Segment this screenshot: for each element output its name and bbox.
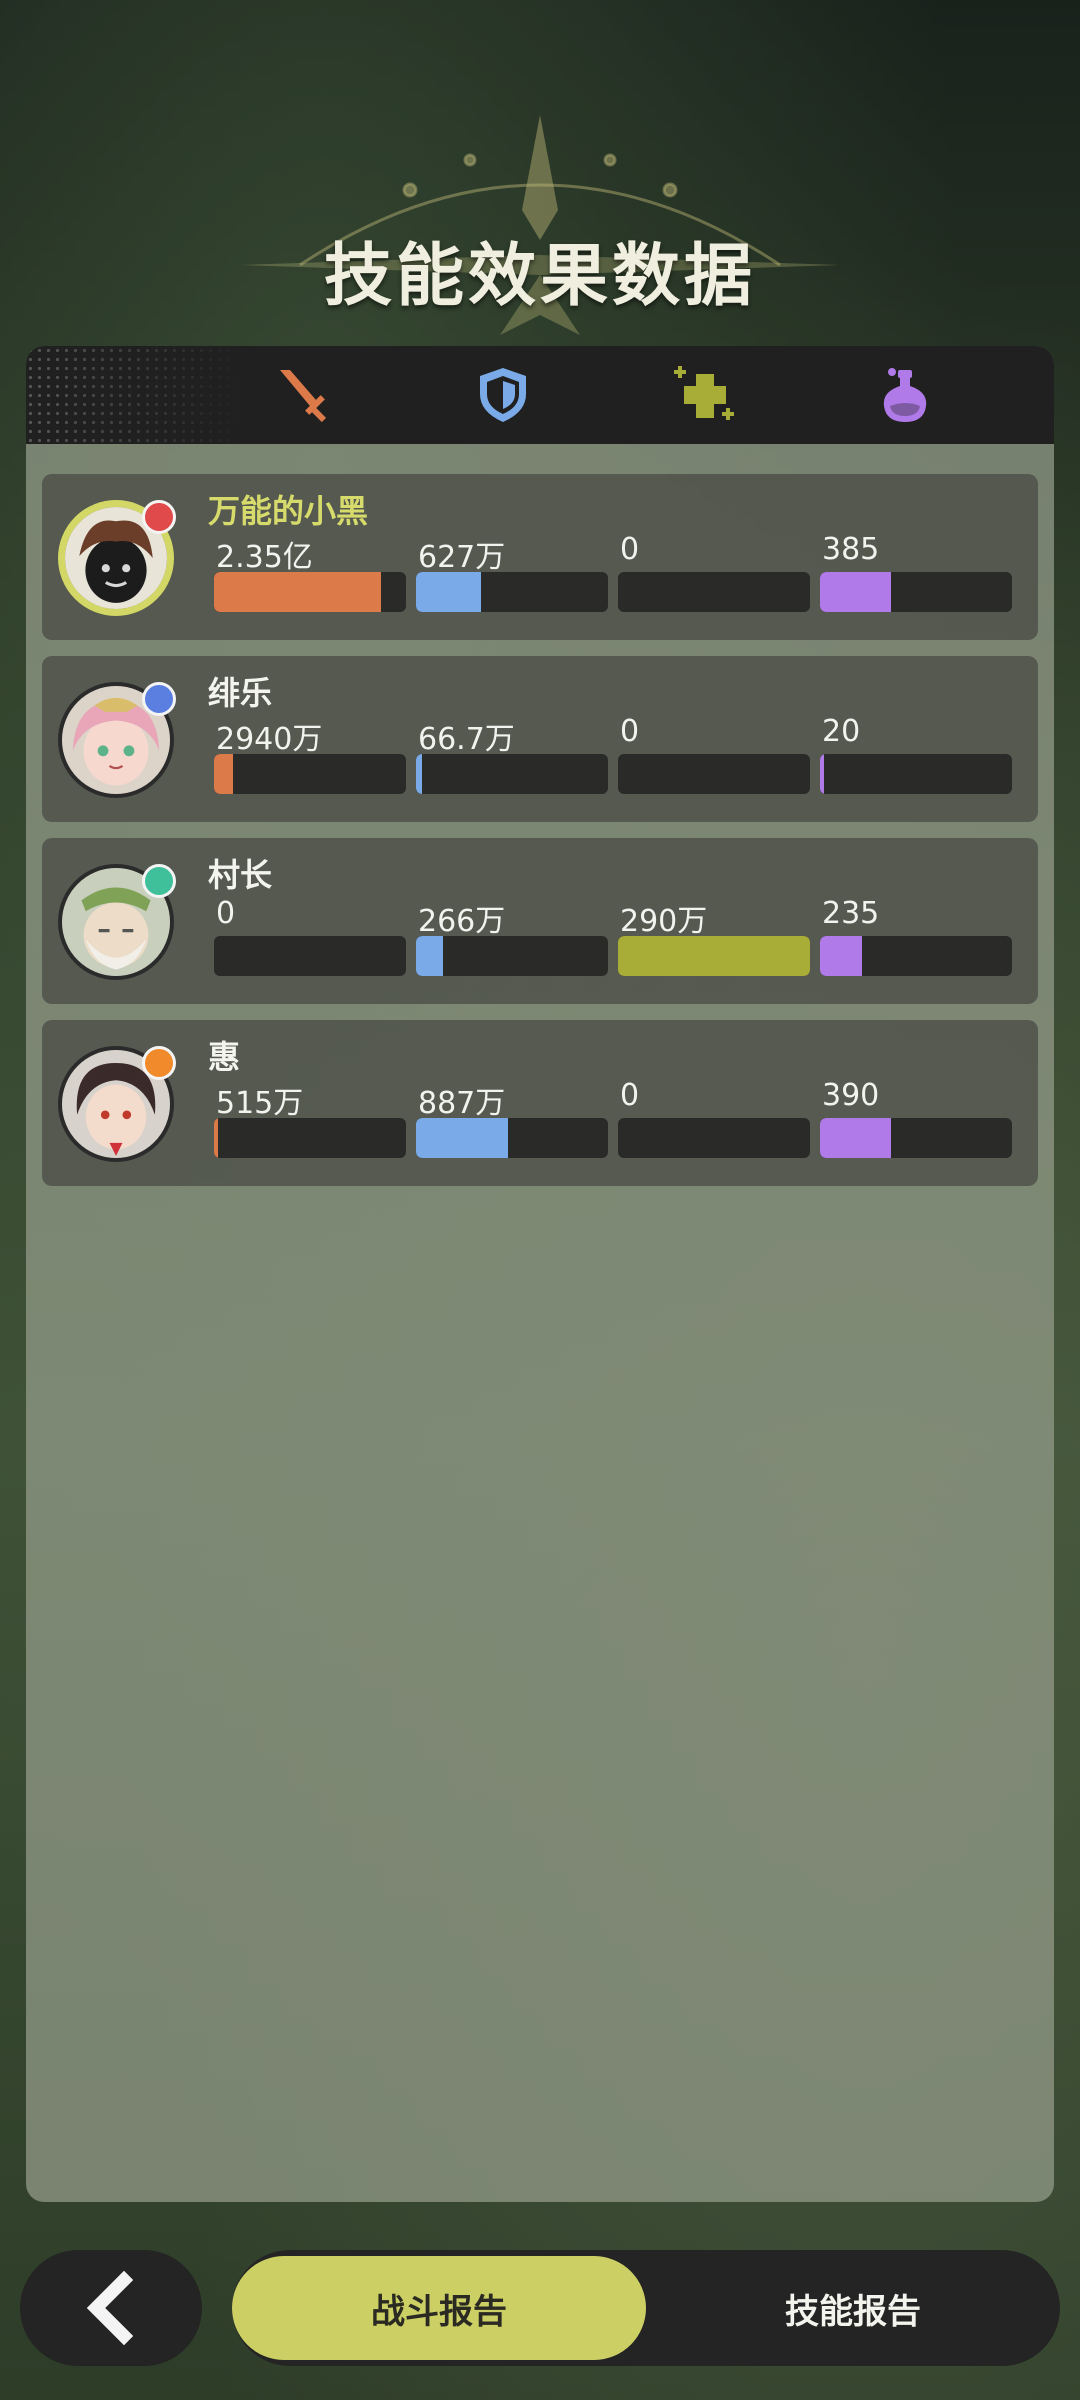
character-name: 绯乐	[208, 674, 273, 712]
skill-data-panel: 万能的小黑 2.35亿 627万 0 385 绯乐 2940万 66.7万 0 …	[26, 346, 1054, 2202]
stat-fill	[820, 936, 863, 976]
stat-track	[214, 754, 406, 794]
character-row[interactable]: 村长 0 266万 290万 235	[42, 838, 1038, 1004]
stat-fill	[416, 572, 482, 612]
stat-track	[618, 936, 810, 976]
stat-track	[618, 1118, 810, 1158]
stat-damage: 2940万	[214, 714, 406, 794]
character-name: 村长	[208, 856, 273, 894]
stat-value: 235	[822, 896, 880, 931]
stat-track	[416, 754, 608, 794]
stat-heal: 290万	[618, 896, 810, 976]
stat-track	[214, 572, 406, 612]
bottom-nav: 战斗报告 技能报告	[20, 2250, 1060, 2366]
tab-battle-report[interactable]: 战斗报告	[232, 2256, 646, 2360]
page-title: 技能效果数据	[323, 237, 756, 316]
stat-shield: 266万	[416, 896, 608, 976]
stat-value: 385	[822, 532, 880, 567]
potion-flask-icon[interactable]	[876, 364, 938, 426]
stat-fill	[416, 936, 443, 976]
character-row[interactable]: 惠 515万 887万 0 390	[42, 1020, 1038, 1186]
stat-value: 0	[216, 896, 236, 931]
stat-effect: 235	[820, 896, 1012, 976]
report-tab-switch: 战斗报告 技能报告	[232, 2250, 1060, 2366]
stat-fill	[820, 1118, 892, 1158]
stat-track	[214, 936, 406, 976]
stat-track	[618, 572, 810, 612]
back-button[interactable]	[20, 2250, 202, 2366]
stat-shield: 66.7万	[416, 714, 608, 794]
stat-fill	[820, 572, 892, 612]
element-badge-icon	[142, 682, 176, 716]
stat-value: 515万	[216, 1086, 304, 1121]
character-row[interactable]: 绯乐 2940万 66.7万 0 20	[42, 656, 1038, 822]
stat-track	[416, 572, 608, 612]
stat-fill	[416, 754, 422, 794]
stat-track	[820, 936, 1012, 976]
stat-fill	[416, 1118, 509, 1158]
stat-effect: 385	[820, 532, 1012, 612]
stat-effect: 390	[820, 1078, 1012, 1158]
stat-damage: 515万	[214, 1078, 406, 1158]
element-badge-icon	[142, 500, 176, 534]
stat-value: 0	[620, 532, 640, 567]
stat-track	[416, 936, 608, 976]
stat-value: 390	[822, 1078, 880, 1113]
category-tabbar	[26, 346, 1054, 444]
heal-cross-icon[interactable]	[674, 364, 736, 426]
stat-value: 20	[822, 714, 861, 749]
stat-value: 266万	[418, 904, 506, 939]
stat-fill	[618, 936, 810, 976]
stat-track	[618, 754, 810, 794]
stat-value: 627万	[418, 540, 506, 575]
element-badge-icon	[142, 864, 176, 898]
stat-heal: 0	[618, 1078, 810, 1158]
stat-value: 66.7万	[418, 722, 515, 757]
stat-fill	[214, 754, 234, 794]
stat-value: 2940万	[216, 722, 323, 757]
sword-icon[interactable]	[272, 364, 334, 426]
stat-value: 0	[620, 1078, 640, 1113]
title-header: 技能效果数据	[0, 100, 1080, 350]
stat-effect: 20	[820, 714, 1012, 794]
stat-track	[820, 1118, 1012, 1158]
stat-track	[416, 1118, 608, 1158]
stat-fill	[820, 754, 824, 794]
stat-value: 887万	[418, 1086, 506, 1121]
element-badge-icon	[142, 1046, 176, 1080]
tabbar-dot-pattern	[26, 346, 246, 444]
stat-fill	[214, 1118, 218, 1158]
stat-fill	[214, 572, 382, 612]
chevron-left-icon	[86, 2270, 134, 2346]
stat-value: 290万	[620, 904, 708, 939]
character-row[interactable]: 万能的小黑 2.35亿 627万 0 385	[42, 474, 1038, 640]
stat-value: 0	[620, 714, 640, 749]
shield-icon[interactable]	[472, 364, 534, 426]
character-name: 万能的小黑	[208, 492, 369, 530]
stat-damage: 0	[214, 896, 406, 976]
tab-skill-report[interactable]: 技能报告	[646, 2256, 1060, 2360]
character-name: 惠	[208, 1038, 241, 1076]
stat-track	[820, 572, 1012, 612]
stat-value: 2.35亿	[216, 540, 313, 575]
stat-shield: 627万	[416, 532, 608, 612]
stat-damage: 2.35亿	[214, 532, 406, 612]
stat-track	[214, 1118, 406, 1158]
stat-heal: 0	[618, 714, 810, 794]
stat-shield: 887万	[416, 1078, 608, 1158]
stat-heal: 0	[618, 532, 810, 612]
stat-track	[820, 754, 1012, 794]
